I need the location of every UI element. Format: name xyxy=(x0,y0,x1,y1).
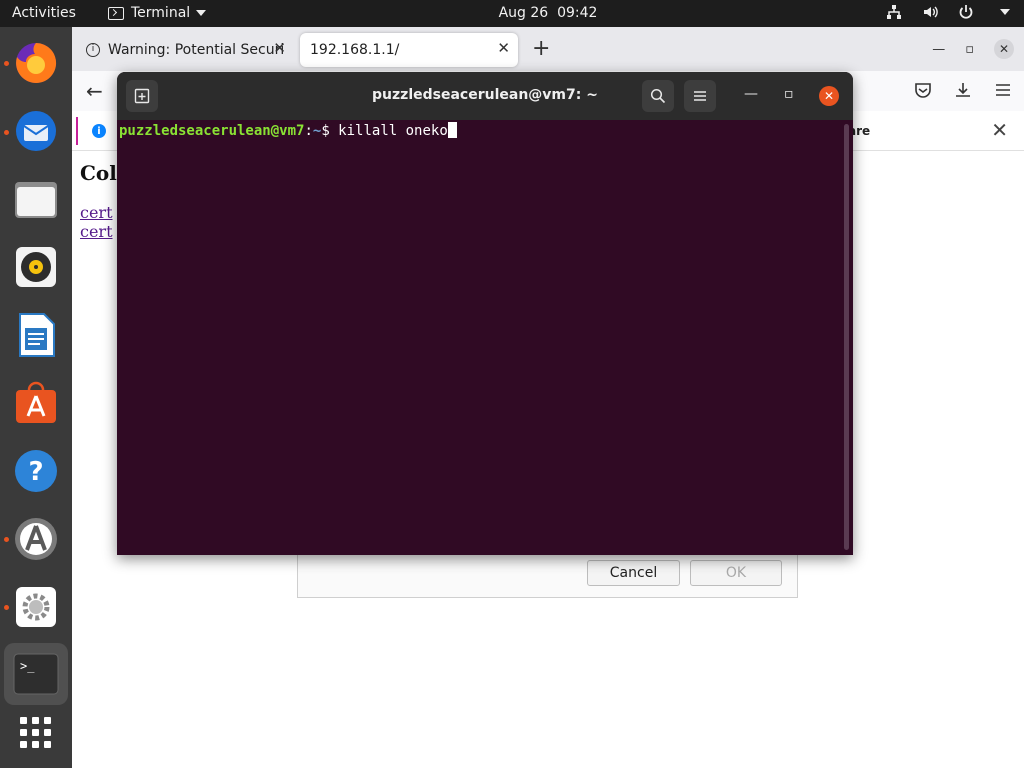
window-controls: — ▫ ✕ xyxy=(932,39,1014,59)
running-indicator xyxy=(4,605,9,610)
svg-text:?: ? xyxy=(28,457,43,487)
nav-toolbar xyxy=(914,81,1012,99)
thunderbird-icon[interactable] xyxy=(10,105,62,157)
search-icon xyxy=(650,88,666,104)
cancel-button[interactable]: Cancel xyxy=(587,560,680,586)
running-indicator xyxy=(4,537,9,542)
firefox-icon[interactable] xyxy=(10,37,62,89)
terminal-title: puzzledseacerulean@vm7: ~ xyxy=(372,87,598,103)
close-window-button[interactable]: ✕ xyxy=(994,39,1014,59)
scrollbar[interactable] xyxy=(844,124,849,550)
terminal-header-bar: puzzledseacerulean@vm7: ~ — ▫ ✕ xyxy=(117,72,853,120)
chevron-down-icon xyxy=(1000,9,1010,15)
minimize-button[interactable]: — xyxy=(932,42,945,57)
prompt-user: puzzledseacerulean@vm7 xyxy=(119,123,305,139)
system-tray[interactable] xyxy=(886,4,1010,20)
prompt-separator: : xyxy=(304,123,313,139)
files-icon[interactable] xyxy=(10,173,62,225)
svg-text:>_: >_ xyxy=(20,659,35,673)
search-button[interactable] xyxy=(642,80,674,112)
text-cursor xyxy=(447,122,457,138)
pocket-icon[interactable] xyxy=(914,81,932,99)
tab-active[interactable]: 192.168.1.1/ ✕ xyxy=(300,33,518,67)
notice-accent xyxy=(76,117,78,145)
page-link[interactable]: cert xyxy=(80,222,113,241)
close-icon[interactable]: ✕ xyxy=(497,39,510,57)
prompt-line: puzzledseacerulean@vm7:~$ killall oneko xyxy=(119,122,457,139)
help-icon[interactable]: ? xyxy=(10,445,62,497)
menu-button[interactable] xyxy=(684,80,716,112)
tab-strip: i Warning: Potential Securi ✕ 192.168.1.… xyxy=(72,27,1024,71)
show-apps-icon[interactable] xyxy=(10,707,62,759)
libreoffice-writer-icon[interactable] xyxy=(10,309,62,361)
settings-icon[interactable] xyxy=(10,581,62,633)
power-icon xyxy=(959,5,973,19)
clock-time: 09:42 xyxy=(557,5,598,21)
hamburger-menu-icon[interactable] xyxy=(994,81,1012,99)
software-updater-icon[interactable] xyxy=(10,513,62,565)
info-icon: i xyxy=(92,124,106,138)
info-icon: i xyxy=(86,43,100,57)
hamburger-menu-icon xyxy=(694,91,706,101)
new-tab-button[interactable]: + xyxy=(532,36,550,61)
tab-title: Warning: Potential Securi xyxy=(108,42,285,58)
rhythmbox-icon[interactable] xyxy=(10,241,62,293)
top-bar: Activities Terminal Aug 26 09:42 xyxy=(0,0,1024,27)
ubuntu-software-icon[interactable] xyxy=(10,377,62,429)
close-icon[interactable]: ✕ xyxy=(991,118,1008,142)
clock[interactable]: Aug 26 09:42 xyxy=(0,5,1024,21)
command-text: killall oneko xyxy=(338,123,448,139)
maximize-button[interactable]: ▫ xyxy=(784,86,794,102)
running-indicator xyxy=(4,130,9,135)
terminal-icon[interactable]: >_ xyxy=(4,643,68,705)
prompt-symbol: $ xyxy=(321,123,339,139)
volume-icon xyxy=(924,6,938,18)
maximize-button[interactable]: ▫ xyxy=(965,42,974,57)
terminal-body[interactable]: puzzledseacerulean@vm7:~$ killall oneko xyxy=(117,120,853,555)
tab-title: 192.168.1.1/ xyxy=(310,42,400,58)
terminal-window: puzzledseacerulean@vm7: ~ — ▫ ✕ puzzleds… xyxy=(117,72,853,555)
clock-date: Aug 26 xyxy=(498,5,549,21)
running-indicator xyxy=(4,61,9,66)
minimize-button[interactable]: — xyxy=(744,86,758,102)
page-link[interactable]: cert xyxy=(80,203,113,222)
network-icon xyxy=(887,5,901,19)
close-icon[interactable]: ✕ xyxy=(273,39,286,57)
download-icon[interactable] xyxy=(954,81,972,99)
ok-button[interactable]: OK xyxy=(690,560,782,586)
close-window-button[interactable]: ✕ xyxy=(819,86,839,106)
dock: ? >_ xyxy=(0,27,72,768)
tab-security-warning[interactable]: i Warning: Potential Securi ✕ xyxy=(76,33,294,67)
back-arrow-icon[interactable]: ← xyxy=(86,79,103,103)
